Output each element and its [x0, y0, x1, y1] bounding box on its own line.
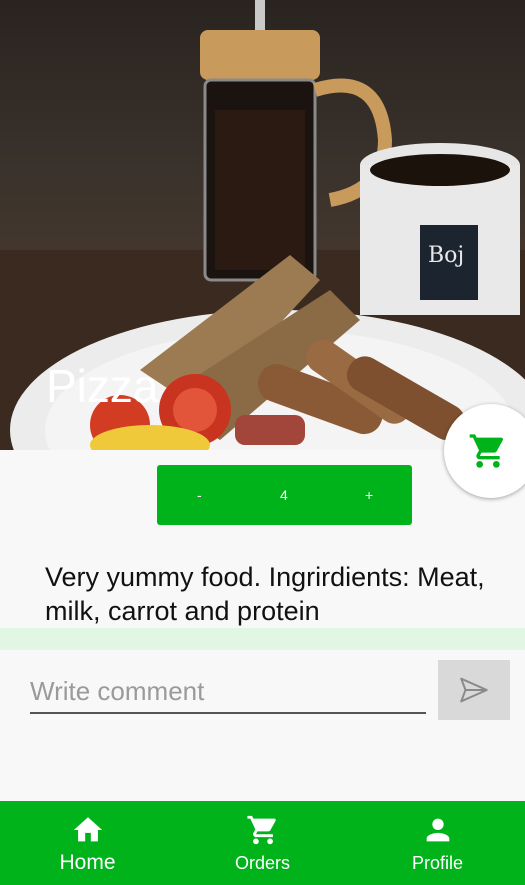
- comment-input[interactable]: [30, 670, 426, 714]
- nav-item-profile[interactable]: Profile: [350, 801, 525, 885]
- increment-button[interactable]: +: [365, 486, 373, 504]
- section-divider: [0, 628, 525, 650]
- nav-item-home[interactable]: Home: [0, 801, 175, 885]
- nav-item-label: Home: [59, 851, 116, 874]
- add-to-cart-button[interactable]: [444, 404, 525, 498]
- quantity-stepper: - 4 +: [157, 465, 412, 525]
- send-icon: [460, 677, 488, 703]
- shopping-cart-icon: [469, 434, 504, 468]
- product-hero-image: Boj Pizza: [0, 0, 525, 450]
- nav-item-orders[interactable]: Orders: [175, 801, 350, 885]
- quantity-value: 4: [280, 487, 288, 503]
- person-icon: [426, 818, 449, 842]
- svg-text:Boj: Boj: [428, 243, 464, 268]
- nav-item-label: Orders: [234, 853, 290, 873]
- nav-item-label: Profile: [411, 853, 464, 873]
- product-title: Pizza: [46, 360, 159, 412]
- shopping-cart-icon: [246, 815, 276, 845]
- bottom-navigation: Home Orders Profile: [0, 801, 525, 885]
- product-description: Very yummy food. Ingrirdients: Meat, mil…: [45, 562, 485, 626]
- home-icon: [73, 817, 102, 842]
- decrement-button[interactable]: -: [197, 486, 202, 504]
- send-comment-button[interactable]: [438, 660, 510, 720]
